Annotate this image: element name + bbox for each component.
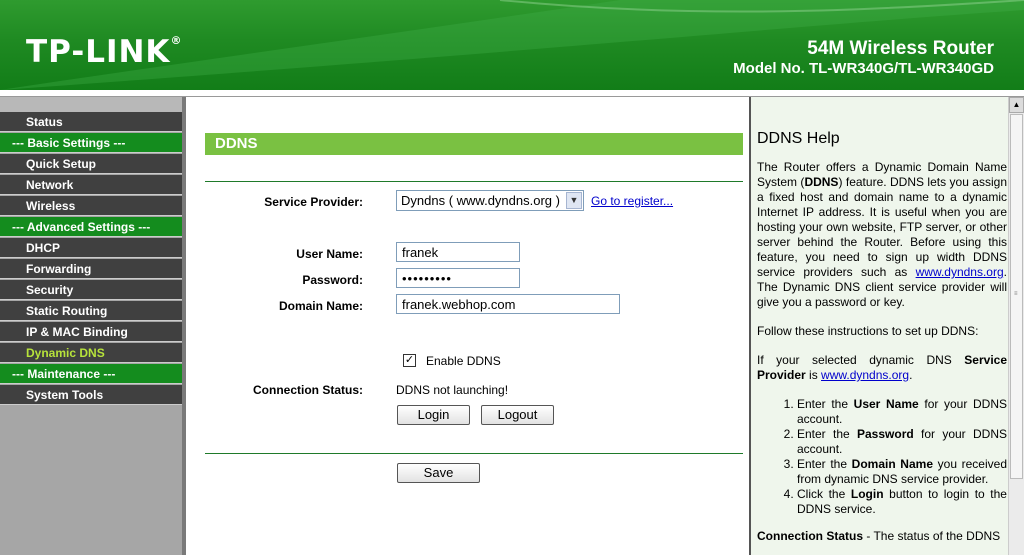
- help-panel: DDNS Help The Router offers a Dynamic Do…: [751, 97, 1008, 555]
- sidebar-item-network[interactable]: Network: [0, 175, 182, 195]
- connection-status-label: Connection Status:: [253, 383, 363, 397]
- password-input[interactable]: •••••••••: [396, 268, 520, 288]
- login-button[interactable]: Login: [397, 405, 470, 425]
- sidebar-item-advanced-settings: --- Advanced Settings ---: [0, 217, 182, 237]
- help-step-1: Enter the User Name for your DDNS accoun…: [797, 397, 1007, 427]
- help-step-2: Enter the Password for your DDNS account…: [797, 427, 1007, 457]
- help-step-4: Click the Login button to login to the D…: [797, 487, 1007, 517]
- help-paragraph-status: Connection Status - The status of the DD…: [757, 529, 1001, 543]
- sidebar-item-security[interactable]: Security: [0, 280, 182, 300]
- sidebar-item-status[interactable]: Status: [0, 112, 182, 132]
- grip-icon: ≡: [1014, 291, 1018, 297]
- scrollbar-thumb[interactable]: ≡: [1010, 114, 1023, 479]
- go-to-register-link[interactable]: Go to register...: [591, 194, 673, 208]
- username-label: User Name:: [296, 247, 363, 261]
- header-banner: TP-LINK® 54M Wireless Router Model No. T…: [0, 0, 1024, 90]
- service-provider-value: Dyndns ( www.dyndns.org ): [401, 193, 560, 208]
- tp-link-logo: TP-LINK®: [26, 34, 183, 70]
- sidebar-item-basic-settings: --- Basic Settings ---: [0, 133, 182, 153]
- sidebar-item-static-routing[interactable]: Static Routing: [0, 301, 182, 321]
- domain-name-label: Domain Name:: [278, 299, 363, 313]
- domain-name-input[interactable]: franek.webhop.com: [396, 294, 620, 314]
- section-title: DDNS: [205, 133, 743, 155]
- product-name: 54M Wireless Router: [807, 38, 994, 59]
- help-paragraph-provider: If your selected dynamic DNS Service Pro…: [757, 353, 1007, 382]
- help-step-3: Enter the Domain Name you received from …: [797, 457, 1007, 487]
- sidebar: Status --- Basic Settings --- Quick Setup N…: [0, 97, 186, 555]
- sidebar-top-gap: [0, 97, 186, 112]
- model-number: Model No. TL-WR340G/TL-WR340GD: [733, 60, 994, 77]
- help-steps: Enter the User Name for your DDNS accoun…: [757, 397, 1007, 517]
- enable-ddns-label: Enable DDNS: [426, 354, 501, 368]
- service-provider-select[interactable]: Dyndns ( www.dyndns.org ) ▼: [396, 190, 584, 211]
- sidebar-item-forwarding[interactable]: Forwarding: [0, 259, 182, 279]
- sidebar-item-quick-setup[interactable]: Quick Setup: [0, 154, 182, 174]
- connection-status-value: DDNS not launching!: [396, 383, 509, 397]
- sidebar-item-maintenance: --- Maintenance ---: [0, 364, 182, 384]
- sidebar-edge: [182, 97, 186, 555]
- sidebar-item-system-tools[interactable]: System Tools: [0, 385, 182, 405]
- password-label: Password:: [302, 273, 363, 287]
- save-button[interactable]: Save: [397, 463, 480, 483]
- username-input[interactable]: franek: [396, 242, 520, 262]
- logout-button[interactable]: Logout: [481, 405, 554, 425]
- help-dyndns-link-2[interactable]: www.dyndns.org: [821, 368, 909, 382]
- help-paragraph-instructions: Follow these instructions to set up DDNS…: [757, 324, 979, 338]
- sidebar-item-dhcp[interactable]: DHCP: [0, 238, 182, 258]
- help-title: DDNS Help: [757, 130, 840, 147]
- enable-ddns-checkbox[interactable]: ✓: [403, 354, 416, 367]
- arrow-up-icon[interactable]: ▲: [1009, 97, 1024, 113]
- sidebar-item-ip-mac-binding[interactable]: IP & MAC Binding: [0, 322, 182, 342]
- help-paragraph-intro: The Router offers a Dynamic Domain Name …: [757, 160, 1007, 309]
- main-panel: DDNS Service Provider: Dyndns ( www.dynd…: [188, 97, 749, 555]
- help-scrollbar[interactable]: ▲ ≡: [1008, 97, 1024, 555]
- help-dyndns-link[interactable]: www.dyndns.org: [916, 265, 1004, 279]
- sidebar-item-dynamic-dns[interactable]: Dynamic DNS: [0, 343, 182, 363]
- top-rule: [205, 181, 743, 182]
- bottom-rule: [205, 453, 743, 454]
- sidebar-menu: Status --- Basic Settings --- Quick Setup N…: [0, 112, 182, 406]
- chevron-down-icon[interactable]: ▼: [566, 192, 582, 209]
- service-provider-label: Service Provider:: [264, 195, 363, 209]
- sidebar-item-wireless[interactable]: Wireless: [0, 196, 182, 216]
